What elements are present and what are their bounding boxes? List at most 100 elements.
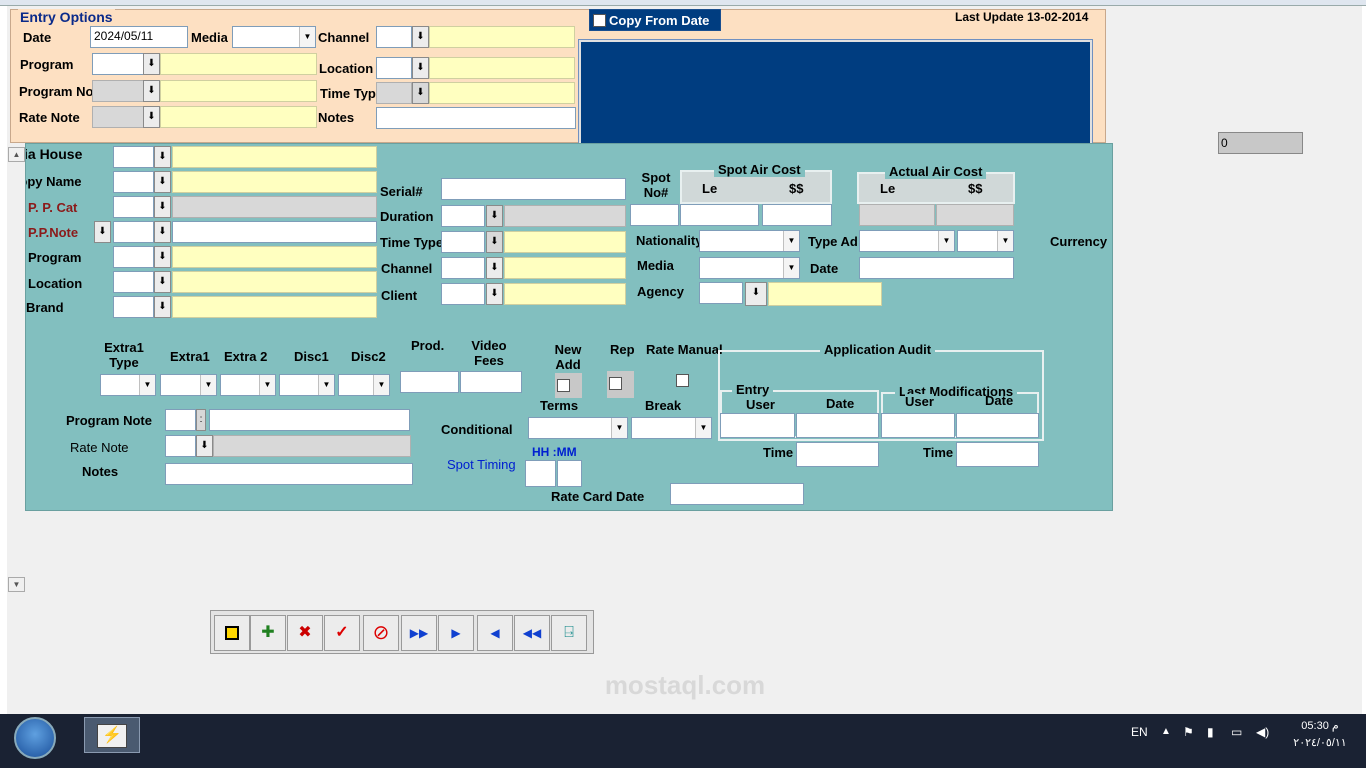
copy-name-input[interactable]	[113, 171, 154, 193]
copy-dates-list[interactable]	[578, 39, 1093, 153]
program-lookup-button[interactable]: ⬇	[143, 53, 160, 75]
spot-le-input[interactable]	[680, 204, 759, 226]
agency-lookup-button[interactable]: ⬇	[745, 282, 767, 306]
chevron-down-icon[interactable]: ▼	[695, 418, 711, 438]
program-note-input[interactable]	[165, 409, 196, 431]
taskbar-app-button[interactable]: ⚡	[84, 717, 140, 753]
network-icon[interactable]: ▭	[1231, 725, 1242, 739]
date-input-2[interactable]	[859, 257, 1014, 279]
video-fees-input[interactable]	[460, 371, 522, 393]
client-lookup-button[interactable]: ⬇	[486, 283, 503, 305]
scroll-up-button[interactable]: ▲	[8, 147, 25, 162]
spot-usd-input[interactable]	[762, 204, 832, 226]
power-icon[interactable]: ▮	[1207, 725, 1214, 739]
media-combo[interactable]: ▼	[232, 26, 316, 48]
pp-note-extra-button[interactable]: ⬇	[94, 221, 111, 243]
channel-input-2[interactable]	[441, 257, 485, 279]
time-type-input[interactable]	[376, 82, 412, 104]
pp-note-text[interactable]	[172, 221, 377, 243]
confirm-button[interactable]: ✓	[324, 615, 360, 651]
program-lookup-button-2[interactable]: ⬇	[154, 246, 171, 268]
chevron-down-icon[interactable]: ▼	[611, 418, 627, 438]
chevron-down-icon[interactable]: ▼	[783, 231, 799, 251]
extra2-combo[interactable]: ▼	[220, 374, 276, 396]
rate-note-lookup-button[interactable]: ⬇	[143, 106, 160, 128]
rep-checkbox[interactable]	[609, 377, 622, 390]
agency-input[interactable]	[699, 282, 743, 304]
chevron-down-icon[interactable]: ▼	[783, 258, 799, 278]
pp-note-input[interactable]	[113, 221, 154, 243]
chevron-down-icon[interactable]: ▼	[373, 375, 389, 395]
program-no-lookup-button[interactable]: ⬇	[143, 80, 160, 102]
location-lookup-button[interactable]: ⬇	[412, 57, 429, 79]
clock-time[interactable]: 05:30 م	[1290, 719, 1350, 732]
copy-name-lookup-button[interactable]: ⬇	[154, 171, 171, 193]
first-record-button[interactable]: ◀◀	[514, 615, 550, 651]
pp-cat-input[interactable]	[113, 196, 154, 218]
program-code-input[interactable]	[92, 53, 144, 75]
program-note-lookup-button[interactable]: :	[196, 409, 206, 431]
extra1-type-combo[interactable]: ▼	[100, 374, 156, 396]
exit-button[interactable]: ⍈	[551, 615, 587, 651]
spot-hour-input[interactable]	[525, 460, 556, 487]
type-ad-combo[interactable]: ▼	[859, 230, 955, 252]
time-type-lookup-button-2[interactable]: ⬇	[486, 231, 503, 253]
prod-input[interactable]	[400, 371, 459, 393]
cancel-button[interactable]: ⊘	[363, 615, 399, 651]
action-center-icon[interactable]: ⚑	[1183, 725, 1194, 739]
last-record-button[interactable]: ▶▶	[401, 615, 437, 651]
chevron-down-icon[interactable]: ▼	[318, 375, 334, 395]
pp-cat-lookup-button[interactable]: ⬇	[154, 196, 171, 218]
date-input[interactable]: 2024/05/11	[90, 26, 188, 48]
copy-from-date-checkbox[interactable]	[593, 14, 606, 27]
copy-from-date-toggle[interactable]: Copy From Date	[589, 9, 721, 31]
show-hidden-icons-icon[interactable]: ▲	[1161, 726, 1171, 737]
notes-input-2[interactable]	[165, 463, 413, 485]
terms-combo[interactable]: ▼	[528, 417, 628, 439]
media-house-lookup-button[interactable]: ⬇	[154, 146, 171, 168]
program-note-text[interactable]	[209, 409, 410, 431]
duration-lookup-button[interactable]: ⬇	[486, 205, 503, 227]
notes-input[interactable]	[376, 107, 576, 129]
spot-minute-input[interactable]	[557, 460, 582, 487]
rate-note-input[interactable]	[92, 106, 144, 128]
location-input[interactable]	[376, 57, 412, 79]
pp-note-lookup-button[interactable]: ⬇	[154, 221, 171, 243]
location-input-2[interactable]	[113, 271, 154, 293]
brand-lookup-button[interactable]: ⬇	[154, 296, 171, 318]
volume-icon[interactable]: ◀)	[1256, 725, 1269, 739]
chevron-down-icon[interactable]: ▼	[938, 231, 954, 251]
chevron-down-icon[interactable]: ▼	[200, 375, 216, 395]
disc2-combo[interactable]: ▼	[338, 374, 390, 396]
new-add-checkbox[interactable]	[557, 379, 570, 392]
channel-lookup-button-2[interactable]: ⬇	[486, 257, 503, 279]
time-type-input-2[interactable]	[441, 231, 485, 253]
location-lookup-button-2[interactable]: ⬇	[154, 271, 171, 293]
serial-input[interactable]	[441, 178, 626, 200]
language-indicator[interactable]: EN	[1131, 725, 1148, 739]
save-button[interactable]	[214, 615, 250, 651]
clock-date[interactable]: ٢٠٢٤/٠٥/١١	[1284, 736, 1356, 749]
extra1-combo[interactable]: ▼	[160, 374, 217, 396]
scroll-down-button[interactable]: ▼	[8, 577, 25, 592]
previous-record-button[interactable]: ◀	[477, 615, 513, 651]
disc1-combo[interactable]: ▼	[279, 374, 335, 396]
client-input[interactable]	[441, 283, 485, 305]
media-house-input[interactable]	[113, 146, 154, 168]
time-type-lookup-button[interactable]: ⬇	[412, 82, 429, 104]
break-combo[interactable]: ▼	[631, 417, 712, 439]
channel-lookup-button[interactable]: ⬇	[412, 26, 429, 48]
channel-input[interactable]	[376, 26, 412, 48]
start-button[interactable]	[14, 717, 56, 759]
chevron-down-icon[interactable]: ▼	[139, 375, 155, 395]
rate-manual-checkbox[interactable]	[676, 374, 689, 387]
chevron-down-icon[interactable]: ▼	[997, 231, 1013, 251]
type-ad-sub-combo[interactable]: ▼	[957, 230, 1014, 252]
media-combo-2[interactable]: ▼	[699, 257, 800, 279]
program-no-input[interactable]	[92, 80, 144, 102]
rate-note-lookup-button-2[interactable]: ⬇	[196, 435, 213, 457]
brand-input[interactable]	[113, 296, 154, 318]
nationality-combo[interactable]: ▼	[699, 230, 800, 252]
chevron-down-icon[interactable]: ▼	[259, 375, 275, 395]
delete-record-button[interactable]: ✖	[287, 615, 323, 651]
